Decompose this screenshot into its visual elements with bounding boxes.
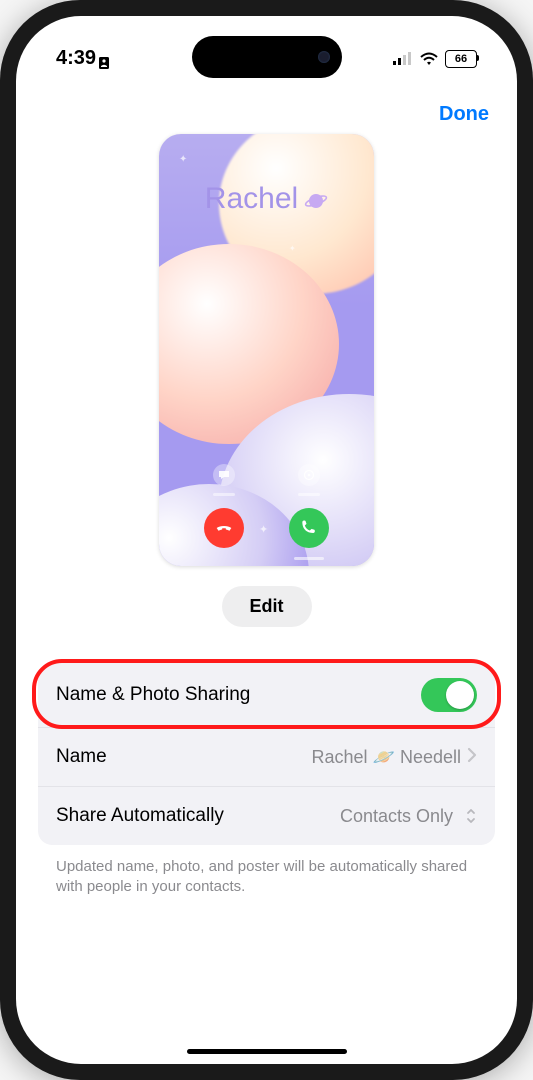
edit-row: Edit	[38, 586, 495, 627]
toggle-knob-icon	[446, 681, 474, 709]
modal-header: Done	[38, 91, 495, 132]
wifi-icon	[419, 52, 439, 66]
volume-up-button	[0, 260, 2, 320]
accept-call-icon	[289, 508, 329, 548]
reminder-icon	[298, 464, 320, 486]
battery-icon: 66	[445, 50, 477, 68]
poster-name-text: Rachel	[205, 182, 298, 216]
clock-text: 4:39	[56, 47, 96, 70]
poster-call-buttons	[159, 508, 374, 548]
volume-down-button	[0, 340, 2, 400]
content-area: Done ✦ ✦ ✦ Rachel	[16, 91, 517, 1064]
share-automatically-row[interactable]: Share Automatically Contacts Only	[38, 787, 495, 845]
name-row-label: Name	[56, 746, 107, 768]
sharing-toggle[interactable]	[421, 678, 477, 712]
poster-preview-area: ✦ ✦ ✦ Rachel	[38, 134, 495, 566]
decline-call-icon	[204, 508, 244, 548]
name-value-text: Rachel 🪐 Needell	[312, 747, 461, 768]
front-camera-icon	[318, 51, 330, 63]
home-indicator[interactable]	[187, 1049, 347, 1054]
contact-poster-preview[interactable]: ✦ ✦ ✦ Rachel	[159, 134, 374, 566]
settings-group: Name & Photo Sharing Name Rachel 🪐 Neede…	[38, 663, 495, 845]
status-time: 4:39	[56, 47, 110, 70]
dynamic-island	[192, 36, 342, 78]
settings-wrap: Name & Photo Sharing Name Rachel 🪐 Neede…	[38, 663, 495, 845]
planet-icon	[304, 187, 328, 211]
poster-action-icons	[159, 464, 374, 486]
share-auto-label: Share Automatically	[56, 805, 224, 827]
name-photo-sharing-row[interactable]: Name & Photo Sharing	[38, 663, 495, 728]
iphone-frame: 4:39 66 Done	[0, 0, 533, 1080]
sparkle-icon: ✦	[289, 244, 296, 253]
message-icon	[213, 464, 235, 486]
sharing-toggle-label: Name & Photo Sharing	[56, 684, 250, 706]
name-row-value: Rachel 🪐 Needell	[312, 747, 477, 768]
share-auto-value: Contacts Only	[340, 806, 453, 827]
name-row[interactable]: Name Rachel 🪐 Needell	[38, 728, 495, 787]
screen: 4:39 66 Done	[16, 16, 517, 1064]
contact-card-icon	[98, 53, 110, 65]
status-icons: 66	[393, 50, 477, 68]
poster-display-name: Rachel	[159, 182, 374, 216]
settings-footer-text: Updated name, photo, and poster will be …	[38, 845, 495, 898]
cellular-signal-icon	[393, 52, 413, 66]
up-down-chevron-icon	[465, 807, 477, 825]
done-button[interactable]: Done	[439, 97, 489, 132]
edit-button[interactable]: Edit	[222, 586, 312, 627]
battery-percent: 66	[445, 50, 477, 68]
share-auto-value-group: Contacts Only	[340, 806, 477, 827]
sparkle-icon: ✦	[179, 154, 187, 165]
chevron-right-icon	[467, 747, 477, 768]
silent-switch	[0, 200, 2, 235]
